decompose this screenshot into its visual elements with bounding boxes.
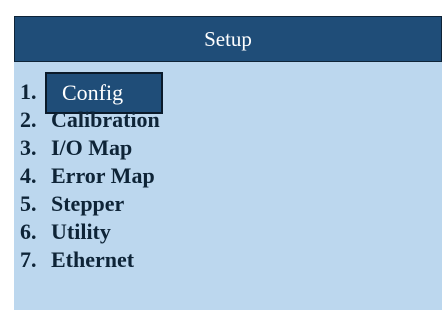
menu-item-number: 5. bbox=[20, 191, 37, 216]
page-title: Setup bbox=[204, 26, 252, 51]
menu-item-config[interactable]: 1. Config bbox=[20, 72, 163, 114]
menu-item-ethernet[interactable]: 7. Ethernet bbox=[20, 246, 160, 274]
menu-item-number: 2. bbox=[20, 107, 37, 132]
setup-screen: Setup 1. Config 2. Calibration 3. I/O Ma… bbox=[14, 16, 442, 310]
menu-item-number: 3. bbox=[20, 135, 37, 160]
menu-item-io-map[interactable]: 3. I/O Map bbox=[20, 134, 160, 162]
setup-menu: 1. Config 2. Calibration 3. I/O Map 4. E… bbox=[20, 72, 163, 274]
menu-item-label: I/O Map bbox=[51, 135, 133, 160]
menu-item-label: Ethernet bbox=[51, 247, 135, 272]
menu-item-number: 4. bbox=[20, 163, 37, 188]
menu-item-calibration[interactable]: 2. Calibration bbox=[20, 106, 160, 134]
menu-item-stepper[interactable]: 5. Stepper bbox=[20, 190, 160, 218]
menu-item-number: 6. bbox=[20, 219, 37, 244]
menu-item-label: Error Map bbox=[51, 163, 155, 188]
setup-header: Setup bbox=[14, 16, 442, 62]
menu-item-label: Calibration bbox=[51, 107, 160, 132]
menu-item-number: 7. bbox=[20, 247, 37, 272]
menu-item-label: Utility bbox=[51, 219, 111, 244]
menu-item-label: Stepper bbox=[51, 191, 125, 216]
menu-item-error-map[interactable]: 4. Error Map bbox=[20, 162, 160, 190]
menu-item-utility[interactable]: 6. Utility bbox=[20, 218, 160, 246]
